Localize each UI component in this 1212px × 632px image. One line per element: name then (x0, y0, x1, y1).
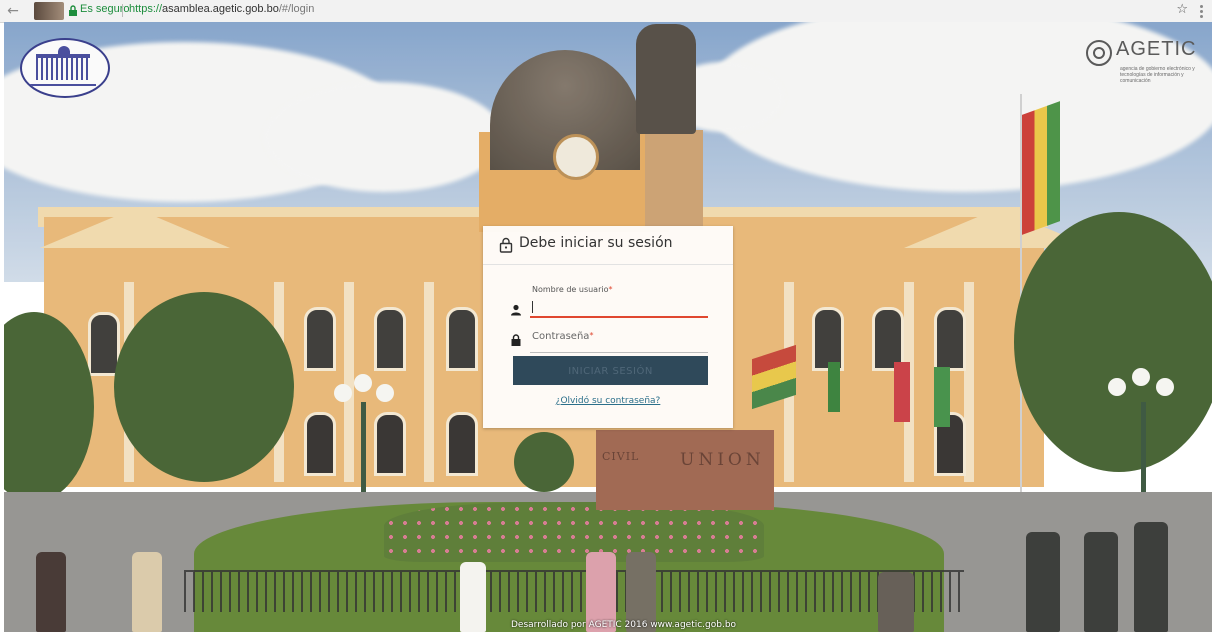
username-label-text: Nombre de usuario (532, 285, 609, 294)
required-mark: * (608, 285, 613, 294)
password-label-text: Contraseña (532, 331, 590, 342)
tab-favicon-thumbnail[interactable] (34, 2, 64, 20)
agetic-mark-icon (1086, 40, 1112, 66)
text-caret (532, 301, 533, 313)
url-host: asamblea.agetic.gob.bo (162, 3, 279, 15)
browser-toolbar: ← Es seguro https://asamblea.agetic.gob.… (0, 0, 1212, 23)
browser-menu-icon[interactable] (1196, 3, 1206, 19)
bookmark-star-icon[interactable]: ☆ (1176, 2, 1188, 17)
agetic-logo: AGETIC agencia de gobierno electrónico y… (1086, 38, 1204, 84)
address-bar-url[interactable]: https://asamblea.agetic.gob.bo/#/login (129, 3, 314, 15)
required-mark: * (589, 331, 594, 340)
login-card-header: Debe iniciar su sesión (483, 226, 733, 265)
login-card: Debe iniciar su sesión Nombre de usuario… (483, 226, 733, 428)
agetic-tagline: agencia de gobierno electrónico y tecnol… (1120, 66, 1195, 84)
password-label: Contraseña* (532, 331, 593, 342)
agetic-wordmark: AGETIC (1116, 38, 1197, 60)
back-arrow-icon[interactable]: ← (4, 2, 22, 20)
lock-icon (511, 334, 521, 346)
username-label: Nombre de usuario* (532, 285, 613, 294)
password-input[interactable] (530, 344, 708, 353)
url-path: /#/login (278, 3, 315, 15)
forgot-password-link[interactable]: ¿Olvidó su contraseña? (483, 396, 733, 406)
username-input[interactable] (530, 298, 708, 318)
login-title: Debe iniciar su sesión (519, 235, 673, 251)
user-icon (511, 304, 521, 316)
url-protocol: https:// (129, 3, 163, 15)
secure-lock-icon (69, 5, 77, 16)
address-separator (122, 4, 123, 17)
asamblea-logo (20, 38, 110, 98)
logo-ring (30, 78, 96, 86)
footer-credit[interactable]: Desarrollado por AGETIC 2016 www.agetic.… (511, 620, 736, 630)
lock-outline-icon (499, 237, 513, 253)
logo-building (36, 54, 90, 80)
login-button[interactable]: INICIAR SESIÓN (513, 356, 708, 385)
